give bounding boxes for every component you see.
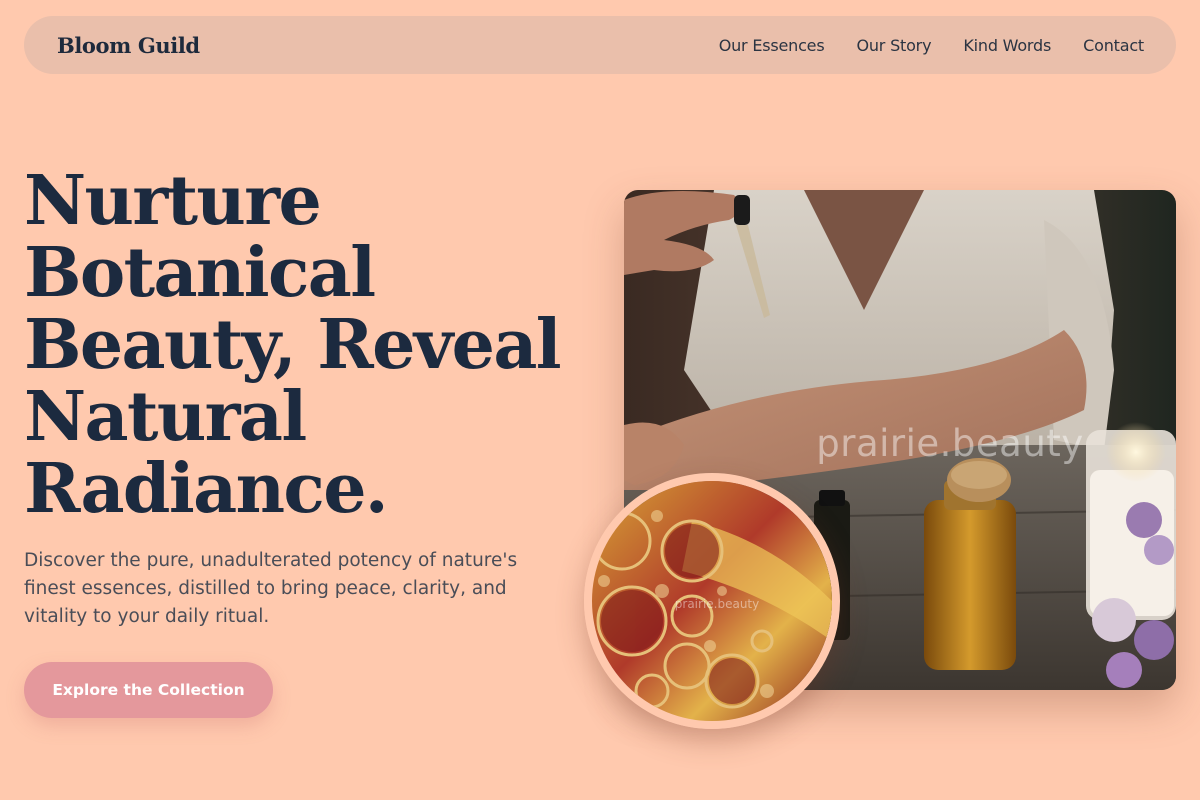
hero-headline: Nurture Botanical Beauty, Reveal Natural… bbox=[24, 165, 584, 525]
main-photo-watermark: prairie.beauty bbox=[816, 422, 1084, 465]
brand-logo[interactable]: Bloom Guild bbox=[57, 33, 200, 58]
nav-link-our-essences[interactable]: Our Essences bbox=[719, 36, 825, 55]
top-navigation: Bloom Guild Our Essences Our Story Kind … bbox=[24, 16, 1176, 74]
explore-collection-button[interactable]: Explore the Collection bbox=[24, 662, 273, 718]
nav-link-contact[interactable]: Contact bbox=[1083, 36, 1144, 55]
nav-link-our-story[interactable]: Our Story bbox=[856, 36, 931, 55]
headline-line: Beauty, Reveal bbox=[24, 305, 562, 385]
headline-line: Radiance. bbox=[24, 449, 389, 529]
inset-photo-oil-bubbles: prairie.beauty bbox=[584, 473, 840, 729]
headline-line: Botanical bbox=[24, 233, 376, 313]
hero-description: Discover the pure, unadulterated potency… bbox=[24, 550, 518, 627]
headline-line: Nurture bbox=[24, 161, 322, 241]
inset-photo-watermark: prairie.beauty bbox=[674, 597, 760, 611]
headline-line: Natural bbox=[24, 377, 307, 457]
nav-link-kind-words[interactable]: Kind Words bbox=[963, 36, 1051, 55]
nav-menu: Our Essences Our Story Kind Words Contac… bbox=[719, 36, 1144, 55]
